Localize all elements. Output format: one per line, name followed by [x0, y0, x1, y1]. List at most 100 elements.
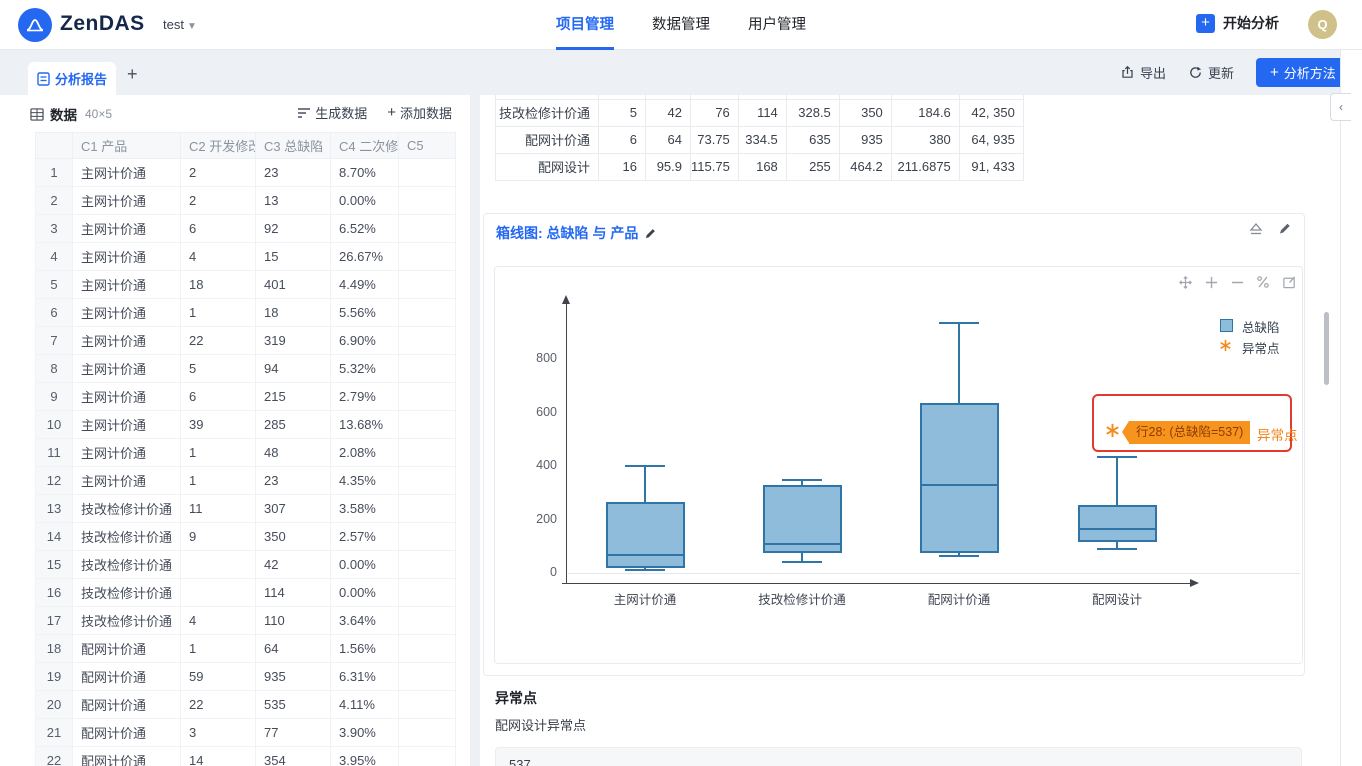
table-cell[interactable]: 2 [181, 187, 256, 215]
table-cell[interactable]: 主网计价通 [73, 243, 181, 271]
table-cell[interactable]: 3.90% [331, 719, 399, 747]
table-cell[interactable]: 39 [181, 411, 256, 439]
row-number[interactable]: 3 [36, 215, 73, 243]
table-cell[interactable]: 18 [181, 271, 256, 299]
column-header[interactable]: C2 开发修改 [181, 133, 256, 159]
zoom-in-icon[interactable] [1202, 273, 1220, 291]
table-cell[interactable] [399, 579, 456, 607]
row-number[interactable]: 17 [36, 607, 73, 635]
table-cell[interactable]: 0.00% [331, 187, 399, 215]
table-cell[interactable]: 350 [256, 523, 331, 551]
table-cell[interactable] [399, 663, 456, 691]
table-cell[interactable]: 1 [181, 299, 256, 327]
table-cell[interactable]: 1 [181, 635, 256, 663]
row-number[interactable]: 5 [36, 271, 73, 299]
table-cell[interactable]: 23 [256, 159, 331, 187]
table-cell[interactable]: 配网计价通 [73, 691, 181, 719]
table-cell[interactable]: 8.70% [331, 159, 399, 187]
table-cell[interactable]: 配网计价通 [73, 747, 181, 766]
table-cell[interactable] [399, 243, 456, 271]
new-tab-button[interactable]: + [127, 64, 138, 85]
box-配网计价通[interactable] [920, 403, 999, 553]
table-cell[interactable] [399, 467, 456, 495]
table-cell[interactable]: 3.95% [331, 747, 399, 766]
table-cell[interactable]: 主网计价通 [73, 215, 181, 243]
column-header[interactable]: C5 [399, 133, 456, 159]
row-number[interactable]: 6 [36, 299, 73, 327]
table-cell[interactable]: 354 [256, 747, 331, 766]
edit-chart-icon[interactable] [1278, 221, 1292, 236]
row-number[interactable]: 20 [36, 691, 73, 719]
vertical-scrollbar-thumb[interactable] [1324, 312, 1329, 385]
refresh-button[interactable]: 更新 [1188, 63, 1234, 82]
table-cell[interactable]: 配网计价通 [73, 719, 181, 747]
table-cell[interactable]: 935 [256, 663, 331, 691]
row-number[interactable]: 7 [36, 327, 73, 355]
table-cell[interactable]: 2 [181, 159, 256, 187]
row-number[interactable]: 12 [36, 467, 73, 495]
add-data-button[interactable]: + 添加数据 [387, 103, 452, 122]
table-cell[interactable] [181, 579, 256, 607]
table-cell[interactable]: 94 [256, 355, 331, 383]
table-cell[interactable]: 6 [181, 383, 256, 411]
legend-box-marker[interactable] [1220, 319, 1233, 332]
row-number[interactable]: 13 [36, 495, 73, 523]
column-header[interactable]: C1 产品 [73, 133, 181, 159]
table-cell[interactable] [399, 159, 456, 187]
table-cell[interactable]: 2.79% [331, 383, 399, 411]
table-cell[interactable]: 15 [256, 243, 331, 271]
row-number[interactable]: 19 [36, 663, 73, 691]
table-cell[interactable]: 技改检修计价通 [73, 607, 181, 635]
table-cell[interactable]: 技改检修计价通 [73, 523, 181, 551]
row-number[interactable]: 22 [36, 747, 73, 766]
row-number[interactable]: 18 [36, 635, 73, 663]
table-cell[interactable] [399, 411, 456, 439]
table-cell[interactable]: 13.68% [331, 411, 399, 439]
table-cell[interactable]: 技改检修计价通 [73, 551, 181, 579]
table-cell[interactable]: 59 [181, 663, 256, 691]
export-button[interactable]: 导出 [1120, 63, 1166, 82]
add-analysis-method-button[interactable]: + 分析方法 [1256, 58, 1350, 87]
table-cell[interactable]: 77 [256, 719, 331, 747]
table-cell[interactable]: 1 [181, 439, 256, 467]
workspace-selector[interactable]: test▼ [163, 17, 197, 32]
table-cell[interactable]: 110 [256, 607, 331, 635]
table-cell[interactable] [399, 607, 456, 635]
table-cell[interactable]: 2.57% [331, 523, 399, 551]
table-cell[interactable] [399, 187, 456, 215]
generate-data-button[interactable]: 生成数据 [297, 103, 367, 122]
table-cell[interactable]: 5 [181, 355, 256, 383]
table-cell[interactable]: 4 [181, 243, 256, 271]
start-analysis-button[interactable]: + 开始分析 [1196, 13, 1279, 33]
table-cell[interactable]: 535 [256, 691, 331, 719]
box-主网计价通[interactable] [606, 502, 685, 568]
edit-plot-icon[interactable] [1280, 273, 1298, 291]
table-cell[interactable]: 64 [256, 635, 331, 663]
row-number[interactable]: 2 [36, 187, 73, 215]
row-number[interactable]: 15 [36, 551, 73, 579]
table-cell[interactable] [399, 327, 456, 355]
table-cell[interactable]: 技改检修计价通 [73, 579, 181, 607]
table-cell[interactable] [399, 691, 456, 719]
table-cell[interactable] [399, 383, 456, 411]
table-cell[interactable]: 319 [256, 327, 331, 355]
table-cell[interactable]: 42 [256, 551, 331, 579]
table-cell[interactable] [399, 635, 456, 663]
box-技改检修计价通[interactable] [763, 485, 842, 552]
table-cell[interactable]: 5.56% [331, 299, 399, 327]
table-cell[interactable]: 配网计价通 [73, 635, 181, 663]
table-cell[interactable]: 92 [256, 215, 331, 243]
nav-tab-data[interactable]: 数据管理 [652, 0, 710, 50]
table-cell[interactable]: 6.90% [331, 327, 399, 355]
row-number[interactable]: 21 [36, 719, 73, 747]
table-cell[interactable] [399, 215, 456, 243]
table-cell[interactable]: 主网计价通 [73, 159, 181, 187]
row-number[interactable]: 9 [36, 383, 73, 411]
row-number[interactable]: 4 [36, 243, 73, 271]
table-cell[interactable]: 48 [256, 439, 331, 467]
table-cell[interactable]: 主网计价通 [73, 355, 181, 383]
table-cell[interactable]: 2.08% [331, 439, 399, 467]
table-cell[interactable]: 3.64% [331, 607, 399, 635]
row-number[interactable]: 11 [36, 439, 73, 467]
table-cell[interactable]: 主网计价通 [73, 411, 181, 439]
